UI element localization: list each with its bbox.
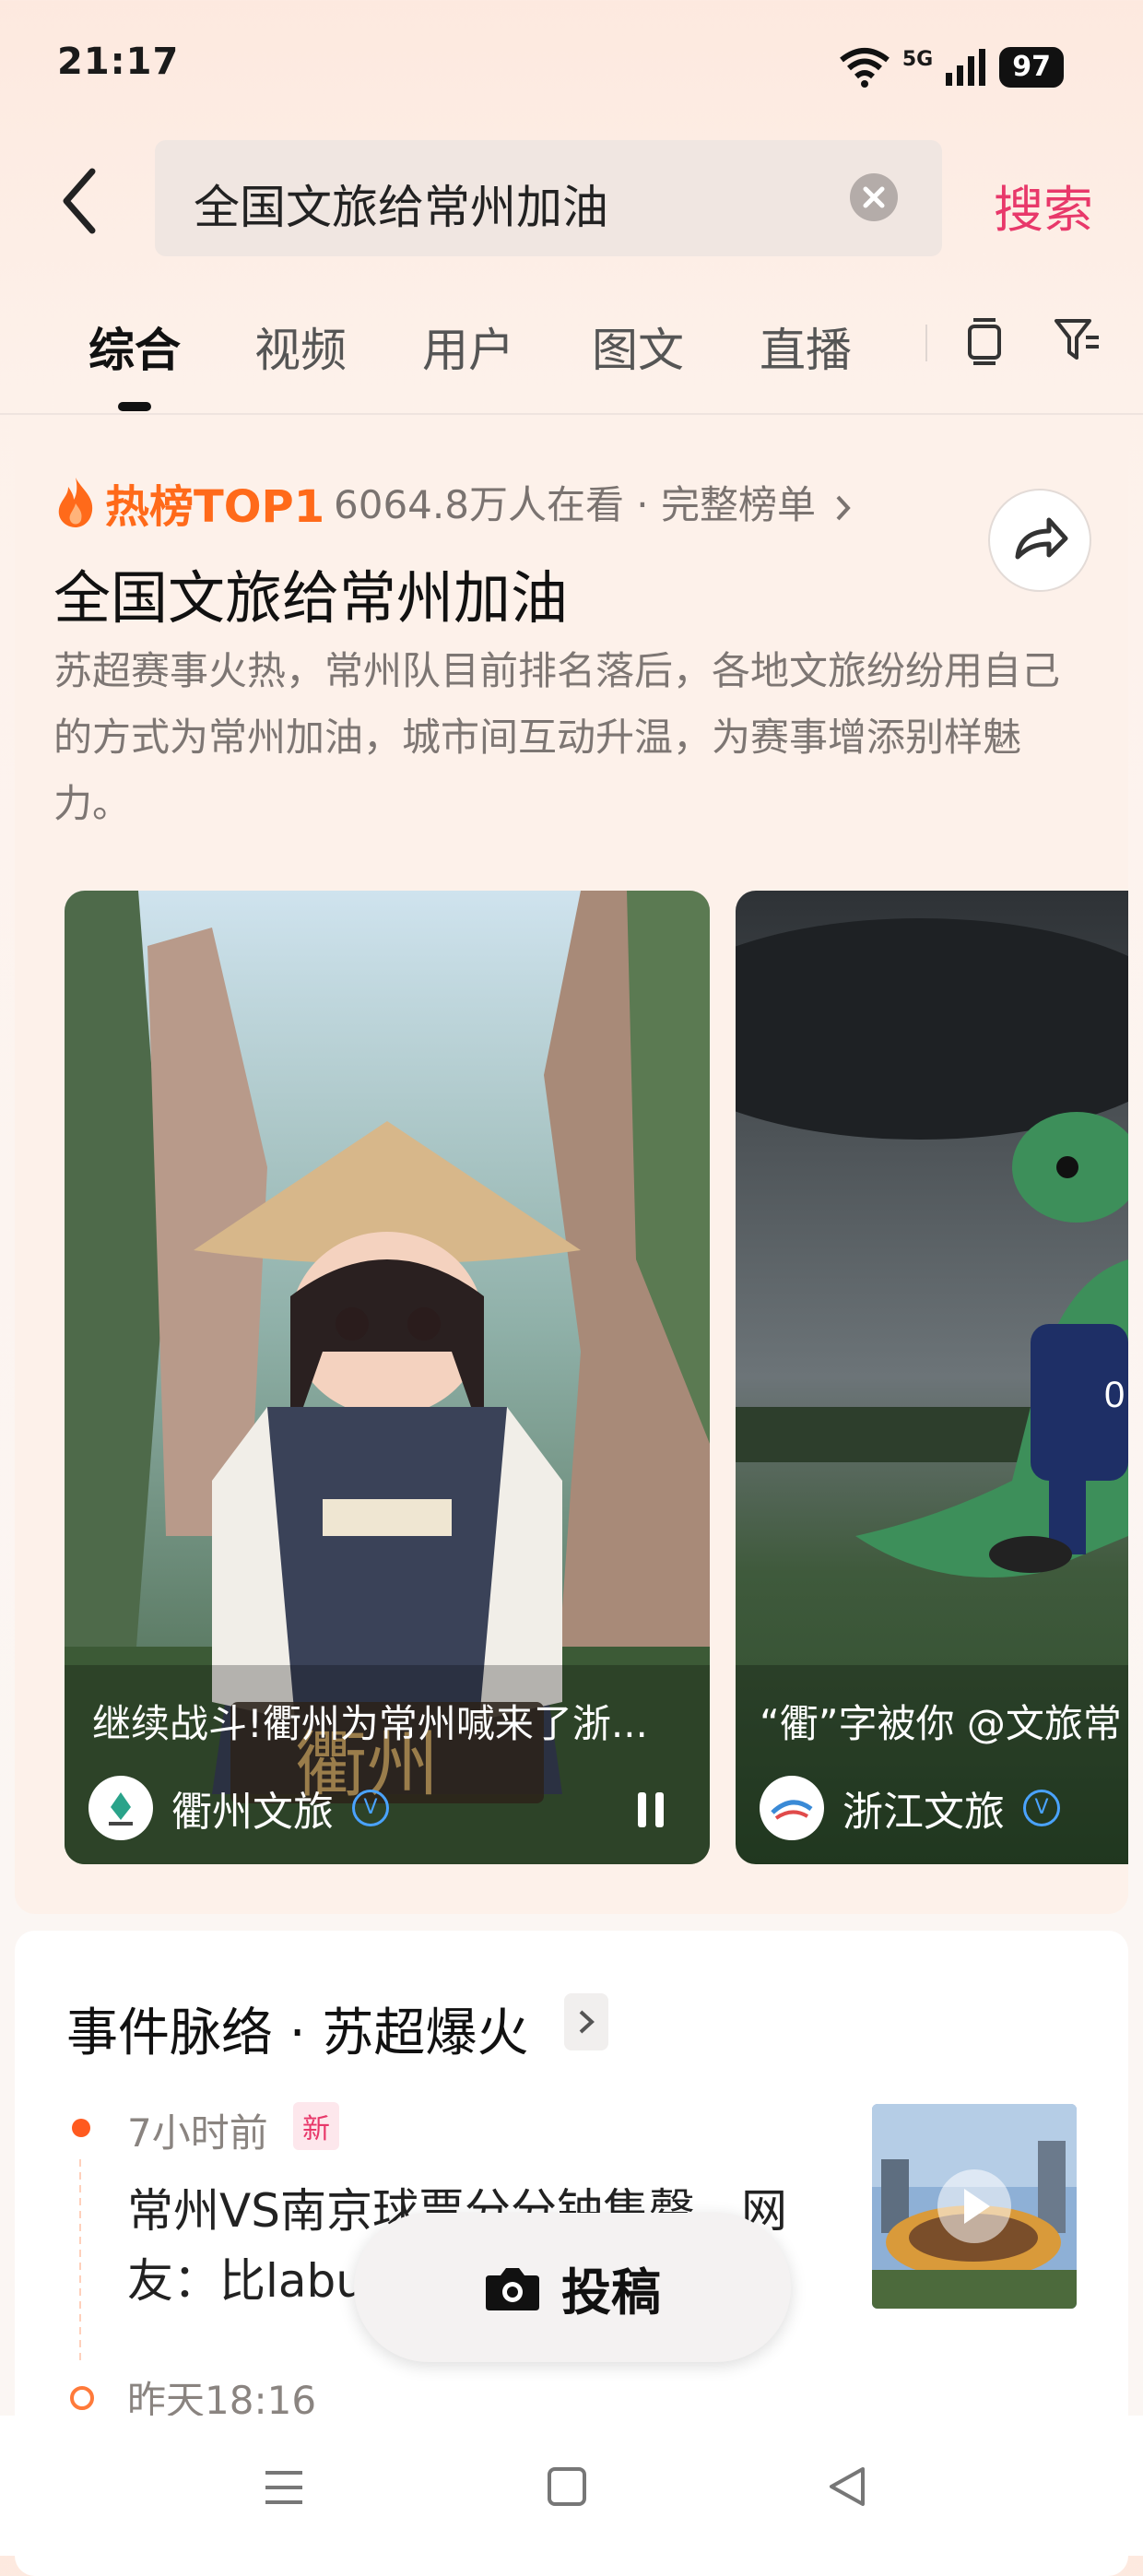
back-icon[interactable] bbox=[826, 2464, 868, 2510]
avatar bbox=[88, 1776, 153, 1840]
tab-users[interactable]: 用户 bbox=[422, 313, 514, 380]
verified-icon: V bbox=[352, 1790, 389, 1826]
chevron-right-icon bbox=[836, 495, 852, 520]
status-icons: 5G 97 bbox=[838, 44, 1064, 90]
active-tab-indicator bbox=[118, 402, 151, 411]
video-card[interactable]: 衢州 继续战斗!衢州为常州喊来了浙... 衢州文旅 V bbox=[65, 891, 710, 1864]
clear-search-button[interactable] bbox=[850, 173, 898, 221]
timeline-dot bbox=[72, 2119, 90, 2137]
watch-count-text: 6064.8万人在看 · 完整榜单 bbox=[334, 482, 817, 527]
video-author[interactable]: 衢州文旅 V bbox=[88, 1776, 389, 1840]
timeline-dot bbox=[70, 2386, 94, 2410]
new-badge: 新 bbox=[293, 2102, 339, 2150]
hot-rank-tag[interactable]: 热榜TOP1 bbox=[53, 470, 324, 535]
event-thumbnail[interactable] bbox=[872, 2104, 1077, 2309]
timeline-title[interactable]: 事件脉络 · 苏超爆火 bbox=[66, 1991, 528, 2066]
filter-icon[interactable] bbox=[1053, 317, 1102, 363]
verified-icon: V bbox=[1023, 1790, 1060, 1826]
video-author[interactable]: 浙江文旅 V bbox=[760, 1776, 1060, 1840]
pause-icon[interactable] bbox=[632, 1789, 669, 1831]
share-icon bbox=[1015, 517, 1068, 560]
search-button[interactable]: 搜索 bbox=[994, 169, 1093, 242]
tab-image-text[interactable]: 图文 bbox=[592, 313, 684, 380]
watch-count[interactable]: 6064.8万人在看 · 完整榜单 bbox=[334, 474, 854, 530]
network-label: 5G bbox=[901, 47, 934, 71]
chevron-right-icon bbox=[579, 2010, 595, 2034]
post-button[interactable]: 投稿 bbox=[354, 2213, 791, 2362]
video-card[interactable]: 0 “衢”字被你 @文旅常 浙江文旅 V bbox=[736, 891, 1128, 1864]
tab-video[interactable]: 视频 bbox=[254, 313, 347, 380]
post-button-label: 投稿 bbox=[561, 2263, 661, 2322]
fire-icon bbox=[58, 478, 93, 527]
author-name: 浙江文旅 bbox=[843, 1789, 1005, 1836]
zhejiang-logo-icon bbox=[771, 1800, 813, 1820]
hot-rank-label: 热榜TOP1 bbox=[105, 481, 325, 533]
tab-live[interactable]: 直播 bbox=[760, 313, 852, 380]
search-input[interactable]: 全国文旅给常州加油 bbox=[194, 171, 608, 237]
timeline-connector bbox=[79, 2159, 81, 2362]
back-arrow-icon[interactable] bbox=[55, 164, 111, 238]
stadium-image bbox=[872, 2104, 1077, 2309]
home-icon[interactable] bbox=[546, 2465, 588, 2508]
svg-text:0: 0 bbox=[1104, 1375, 1125, 1415]
close-icon bbox=[863, 186, 885, 208]
tab-separator bbox=[925, 325, 927, 361]
author-name: 衢州文旅 bbox=[171, 1789, 334, 1836]
status-time: 21:17 bbox=[57, 41, 180, 83]
menu-icon[interactable] bbox=[262, 2467, 306, 2508]
video-caption: “衢”字被你 @文旅常 bbox=[760, 1701, 1122, 1746]
tab-comprehensive[interactable]: 综合 bbox=[88, 313, 181, 380]
wifi-icon bbox=[840, 48, 890, 88]
timeline-more-button[interactable] bbox=[564, 1993, 608, 2050]
battery-indicator: 97 bbox=[999, 47, 1064, 88]
topic-title[interactable]: 全国文旅给常州加油 bbox=[53, 551, 568, 634]
video-caption: 继续战斗!衢州为常州喊来了浙... bbox=[92, 1701, 648, 1746]
avatar bbox=[760, 1776, 824, 1840]
share-button[interactable] bbox=[988, 489, 1091, 592]
topic-description: 苏超赛事火热，常州队目前排名落后，各地文旅纷纷用自己的方式为常州加油，城市间互动… bbox=[53, 648, 1061, 826]
tab-bar: 综合 视频 用户 图文 直播 bbox=[0, 277, 1143, 415]
layout-toggle-icon[interactable] bbox=[964, 315, 1005, 367]
event-time: 7小时前 bbox=[127, 2110, 268, 2156]
quzhou-logo-icon bbox=[109, 1792, 133, 1826]
signal-icon bbox=[946, 49, 986, 86]
camera-icon bbox=[486, 2268, 539, 2310]
system-nav-bar bbox=[0, 2416, 1143, 2556]
